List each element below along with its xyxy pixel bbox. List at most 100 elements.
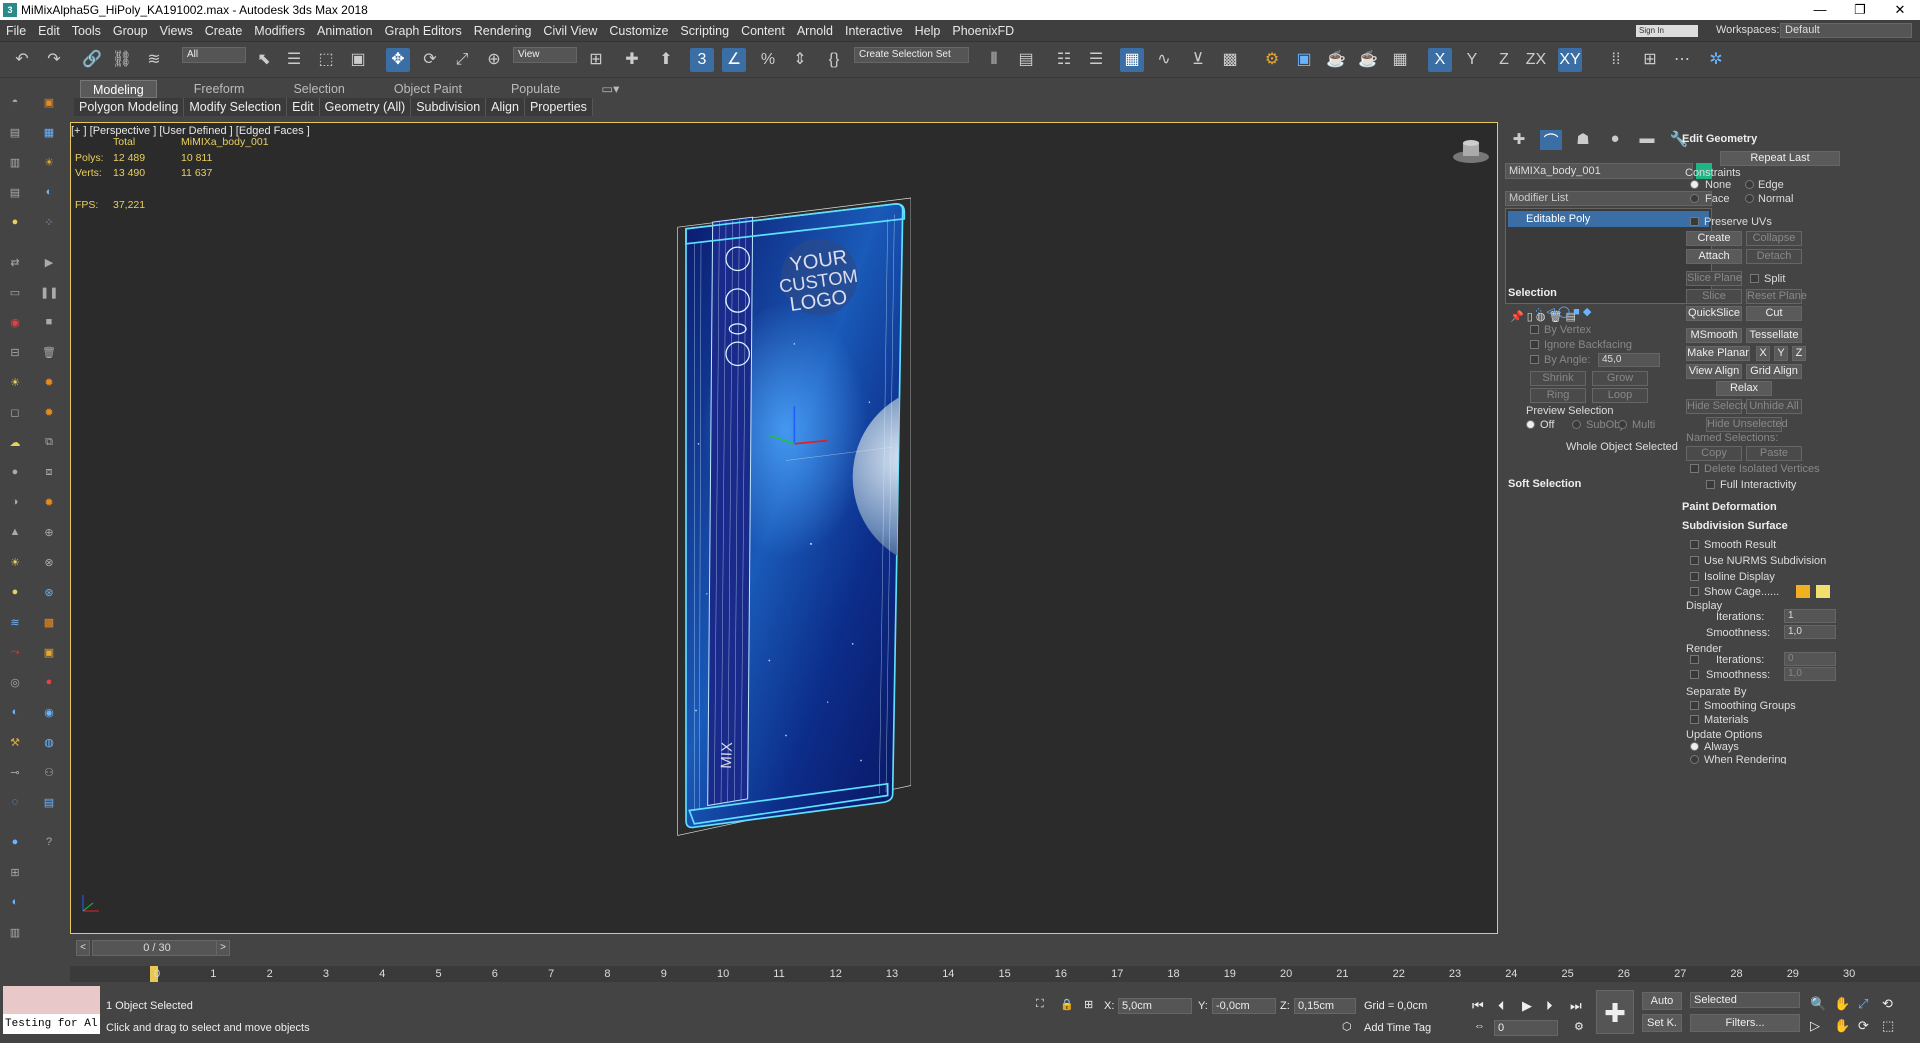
spinner-snap-icon[interactable]: ⇕ xyxy=(788,48,812,72)
tool-icon-4[interactable]: ▥ xyxy=(6,156,24,170)
bind-space-warp-icon[interactable]: ≋ xyxy=(142,48,166,72)
x-axis-constraint-icon[interactable]: X xyxy=(1428,48,1452,72)
subtab-polygon-modeling[interactable]: Polygon Modeling xyxy=(74,98,185,116)
full-interactivity-checkbox[interactable] xyxy=(1706,480,1715,489)
tool-icon-5[interactable]: ☀ xyxy=(40,156,58,170)
modifier-list-dropdown[interactable]: Modifier List xyxy=(1505,191,1712,206)
z-coordinate-field[interactable]: 0,15cm xyxy=(1294,998,1356,1014)
tab-freeform[interactable]: Freeform xyxy=(182,80,257,98)
z-axis-constraint-icon[interactable]: Z xyxy=(1492,48,1516,72)
cage-color-2-swatch[interactable] xyxy=(1816,585,1830,598)
use-nurms-checkbox[interactable] xyxy=(1690,556,1699,565)
tool-icon-3[interactable]: ▦ xyxy=(40,126,58,140)
select-and-scale-icon[interactable]: ⤢ xyxy=(450,48,474,72)
unhide-all-button[interactable]: Unhide All xyxy=(1746,399,1802,414)
menu-create[interactable]: Create xyxy=(199,24,249,38)
pan-icon[interactable]: ✋ xyxy=(1834,996,1850,1012)
render-activeshade-icon[interactable]: ☕ xyxy=(1356,48,1380,72)
hide-unselected-button[interactable]: Hide Unselected xyxy=(1706,417,1788,432)
tool-icon-17[interactable]: ✹ xyxy=(40,406,58,420)
link-icon[interactable]: 🔗 xyxy=(80,48,104,72)
viewcube-icon[interactable] xyxy=(1451,137,1491,167)
tool-icon-8[interactable]: ● xyxy=(6,216,24,230)
modify-tab-icon[interactable]: ⌒ xyxy=(1540,130,1562,150)
constraint-face-radio[interactable] xyxy=(1690,194,1699,203)
menu-animation[interactable]: Animation xyxy=(311,24,379,38)
tab-selection[interactable]: Selection xyxy=(281,80,356,98)
render-smoothness-checkbox[interactable] xyxy=(1690,670,1699,679)
planar-x-button[interactable]: X xyxy=(1756,346,1770,361)
schematic-view-icon[interactable]: ⊻ xyxy=(1186,48,1210,72)
tool-icon-32[interactable]: ⤳ xyxy=(6,646,24,660)
subtab-geometry-all[interactable]: Geometry (All) xyxy=(320,98,412,116)
goto-start-icon[interactable]: ⏮ xyxy=(1472,998,1484,1014)
quickslice-button[interactable]: QuickSlice xyxy=(1686,306,1742,321)
menu-civil-view[interactable]: Civil View xyxy=(537,24,603,38)
tool-icon-11[interactable]: ▭ xyxy=(6,286,24,300)
x-coordinate-field[interactable]: 5,0cm xyxy=(1118,998,1192,1014)
grid-align-button[interactable]: Grid Align xyxy=(1746,364,1802,379)
tool-icon-27[interactable]: ⊗ xyxy=(40,556,58,570)
tool-icon-41[interactable]: ⚇ xyxy=(40,766,58,780)
slice-button[interactable]: Slice xyxy=(1686,289,1742,304)
materials-checkbox[interactable] xyxy=(1690,715,1699,724)
loop-button[interactable]: Loop xyxy=(1592,388,1648,403)
stop-icon[interactable]: ■ xyxy=(40,316,58,330)
subtab-edit[interactable]: Edit xyxy=(287,98,320,116)
absolute-mode-icon[interactable]: ⊞ xyxy=(1084,998,1093,1011)
time-tag-icon[interactable]: ⬡ xyxy=(1342,1020,1352,1033)
tool-icon-22[interactable]: ◑ xyxy=(6,496,24,510)
y-axis-constraint-icon[interactable]: Y xyxy=(1460,48,1484,72)
display-tab-icon[interactable]: ▬ xyxy=(1636,130,1658,150)
tool-icon-29[interactable]: ⊛ xyxy=(40,586,58,600)
tool-icon-37[interactable]: ◉ xyxy=(40,706,58,720)
listener-mini[interactable] xyxy=(3,986,100,1014)
smoothing-groups-checkbox[interactable] xyxy=(1690,701,1699,710)
angle-spinner[interactable]: 45,0 xyxy=(1598,353,1660,367)
undo-icon[interactable]: ↶ xyxy=(10,48,34,72)
menu-views[interactable]: Views xyxy=(154,24,199,38)
view-align-button[interactable]: View Align xyxy=(1686,364,1742,379)
update-when-rendering-radio[interactable] xyxy=(1690,755,1699,764)
selection-rollout-header[interactable]: Selection xyxy=(1508,287,1557,299)
tool-icon-24[interactable]: ▲ xyxy=(6,526,24,540)
next-frame-icon[interactable]: ⏵ xyxy=(1546,998,1553,1014)
tool-icon-16[interactable]: ◻ xyxy=(6,406,24,420)
time-track[interactable] xyxy=(70,966,1920,982)
perspective-viewport[interactable]: [+ ] [Perspective ] [User Defined ] [Edg… xyxy=(70,122,1498,934)
tool-icon-39[interactable]: ◍ xyxy=(40,736,58,750)
ring-button[interactable]: Ring xyxy=(1530,388,1586,403)
render-production-icon[interactable]: ☕ xyxy=(1324,48,1348,72)
grow-button[interactable]: Grow xyxy=(1592,371,1648,386)
copy-button[interactable]: Copy xyxy=(1686,446,1742,461)
current-frame-field[interactable]: 0 xyxy=(1494,1020,1558,1036)
key-mode-icon[interactable]: ⇔ xyxy=(1474,1020,1485,1032)
tool-icon-9[interactable]: ⁘ xyxy=(40,216,58,230)
close-icon[interactable]: ✕ xyxy=(1880,0,1920,20)
fov-icon[interactable]: ▷ xyxy=(1810,1018,1820,1034)
display-smoothness-spinner[interactable]: 1,0 xyxy=(1784,625,1836,639)
tool-icon-47[interactable]: ▥ xyxy=(6,926,24,940)
trash-icon[interactable]: 🗑 xyxy=(40,346,58,360)
tool-icon-34[interactable]: ◎ xyxy=(6,676,24,690)
render-setup-icon[interactable]: ⚙ xyxy=(1260,48,1284,72)
tool-icon-26[interactable]: ☀ xyxy=(6,556,24,570)
constraint-normal-radio[interactable] xyxy=(1745,194,1754,203)
keyboard-shortcut-override-icon[interactable]: ⬆ xyxy=(654,48,678,72)
mirror-icon[interactable]: ⫴ xyxy=(982,48,1006,72)
tool-icon-15[interactable]: ✹ xyxy=(40,376,58,390)
tool-icon-40[interactable]: ⊸ xyxy=(6,766,24,780)
time-config-icon[interactable]: ⚙ xyxy=(1574,1020,1584,1033)
select-object-icon[interactable]: ⬉ xyxy=(252,48,276,72)
tool-icon-12[interactable]: ◉ xyxy=(6,316,24,330)
cage-color-1-swatch[interactable] xyxy=(1796,585,1810,598)
menu-group[interactable]: Group xyxy=(107,24,154,38)
workspaces-dropdown[interactable]: Default xyxy=(1780,23,1912,38)
maximize-viewport-icon[interactable]: ⬚ xyxy=(1882,1018,1894,1034)
menu-content[interactable]: Content xyxy=(735,24,791,38)
cut-button[interactable]: Cut xyxy=(1746,306,1802,321)
xy-plane-constraint-icon[interactable]: ZX xyxy=(1524,48,1548,72)
curve-editor-icon[interactable]: ∿ xyxy=(1152,48,1176,72)
menu-graph-editors[interactable]: Graph Editors xyxy=(379,24,468,38)
tab-modeling[interactable]: Modeling xyxy=(80,80,157,98)
